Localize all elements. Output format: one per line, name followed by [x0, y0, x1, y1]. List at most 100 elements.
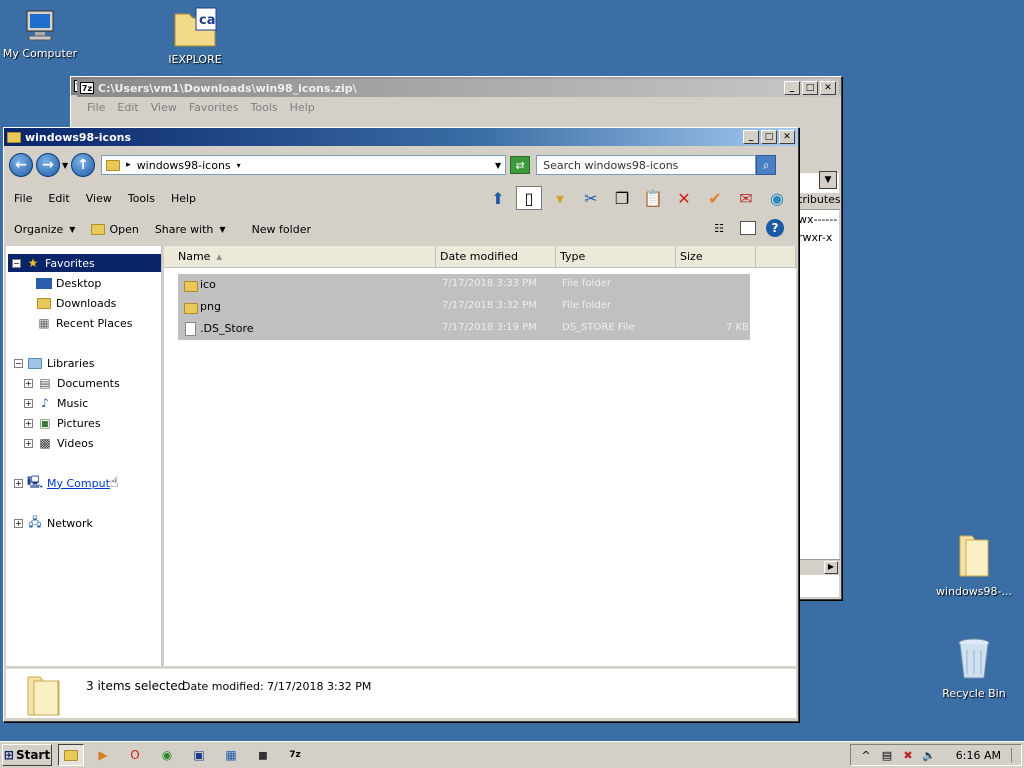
horizontal-scrollbar[interactable]: ▶: [798, 559, 840, 575]
folders-pane-icon[interactable]: ▯: [516, 186, 542, 210]
new-folder-button[interactable]: New folder: [244, 223, 319, 236]
taskbar-explorer-button[interactable]: [58, 744, 84, 766]
tree-desktop[interactable]: Desktop: [36, 274, 101, 292]
expand-icon[interactable]: +: [14, 518, 23, 528]
file-row[interactable]: ico 7/17/2018 3:33 PM File folder: [178, 274, 750, 296]
history-dropdown-icon[interactable]: ▼: [62, 161, 68, 170]
volume-icon[interactable]: 🔈: [920, 747, 938, 763]
forward-button[interactable]: →: [36, 153, 60, 177]
menu-help[interactable]: Help: [163, 192, 204, 205]
globe-icon[interactable]: ◉: [764, 186, 790, 210]
menu-help[interactable]: Help: [284, 101, 321, 114]
sevenzip-inner-titlebar[interactable]: 7z C:\Users\vm1\Downloads\win98_icons.zi…: [77, 79, 839, 97]
tree-pictures[interactable]: + ▣ Pictures: [24, 414, 101, 432]
menu-tools[interactable]: Tools: [120, 192, 163, 205]
maximize-button[interactable]: □: [802, 81, 818, 95]
tree-videos[interactable]: + ▩ Videos: [24, 434, 94, 452]
column-attributes-header[interactable]: tributes: [798, 193, 841, 210]
tree-network[interactable]: + 🖧 Network: [14, 514, 93, 532]
tree-documents[interactable]: + ▤ Documents: [24, 374, 120, 392]
maximize-button[interactable]: □: [761, 130, 777, 144]
expand-icon[interactable]: +: [14, 478, 23, 488]
taskbar-media-player-icon[interactable]: ▶: [90, 744, 116, 766]
tray-warning-icon[interactable]: ✖: [899, 747, 917, 763]
collapse-icon[interactable]: −: [14, 358, 23, 368]
menu-edit[interactable]: Edit: [40, 192, 77, 205]
refresh-icon[interactable]: ⇄: [510, 156, 531, 174]
menu-edit[interactable]: Edit: [111, 101, 144, 114]
expand-icon[interactable]: +: [24, 418, 33, 428]
desktop-icon-my-computer[interactable]: My Computer: [0, 8, 80, 60]
column-type[interactable]: Type: [556, 246, 676, 268]
expand-icon[interactable]: +: [24, 438, 33, 448]
menu-view[interactable]: View: [145, 101, 183, 114]
copy-icon[interactable]: ❐: [609, 186, 635, 210]
column-name[interactable]: Name ▲: [164, 246, 436, 268]
tree-libraries[interactable]: − Libraries: [14, 354, 95, 372]
delete-icon[interactable]: ✕: [671, 186, 697, 210]
start-button[interactable]: ⊞ Start: [2, 744, 52, 766]
expand-icon[interactable]: +: [24, 378, 33, 388]
taskbar-app-icon[interactable]: ◼: [250, 744, 276, 766]
taskbar-chrome-icon[interactable]: ◉: [154, 744, 180, 766]
file-row[interactable]: png 7/17/2018 3:32 PM File folder: [178, 296, 750, 318]
tray-network-icon[interactable]: ▤: [878, 747, 896, 763]
menu-favorites[interactable]: Favorites: [183, 101, 245, 114]
address-dropdown-icon[interactable]: ▼: [495, 161, 501, 170]
search-input[interactable]: Search windows98-icons: [536, 155, 757, 175]
folder-options-icon[interactable]: ▾: [547, 186, 573, 210]
organize-button[interactable]: Organize ▼: [6, 223, 83, 236]
back-button[interactable]: ←: [9, 153, 33, 177]
breadcrumb-chevron-icon[interactable]: ▸: [126, 160, 131, 170]
view-options-icon[interactable]: ☷: [714, 222, 724, 235]
minimize-button[interactable]: _: [743, 130, 759, 144]
tree-my-computer[interactable]: + 🖳 My Comput ☝: [14, 474, 118, 492]
column-size[interactable]: Size: [676, 246, 756, 268]
mail-icon[interactable]: ✉: [733, 186, 759, 210]
share-with-button[interactable]: Share with ▼: [147, 223, 234, 236]
tray-expand-icon[interactable]: ^: [857, 747, 875, 763]
address-bar[interactable]: ▸ windows98-icons ▾ ▼: [101, 155, 507, 175]
tree-downloads[interactable]: Downloads: [36, 294, 116, 312]
open-button[interactable]: Open: [83, 223, 146, 236]
menu-file[interactable]: File: [6, 192, 40, 205]
menu-file[interactable]: File: [81, 101, 111, 114]
desktop-icon-recycle-bin[interactable]: Recycle Bin: [934, 636, 1014, 700]
desktop-icon-iexplore[interactable]: ca IEXPLORE: [155, 6, 235, 66]
taskbar-7zip-icon[interactable]: 7z: [282, 744, 308, 766]
scroll-right-icon[interactable]: ▶: [824, 561, 838, 574]
taskbar-display-icon[interactable]: ▦: [218, 744, 244, 766]
taskbar-opera-icon[interactable]: O: [122, 744, 148, 766]
desktop-icon-windows98[interactable]: windows98-...: [934, 530, 1014, 598]
clock[interactable]: 6:16 AM: [956, 749, 1001, 762]
search-icon[interactable]: ⌕: [756, 155, 777, 175]
file-row[interactable]: .DS_Store 7/17/2018 3:19 PM DS_STORE Fil…: [178, 318, 750, 340]
up-folder-icon[interactable]: ⬆: [485, 186, 511, 210]
close-button[interactable]: ✕: [820, 81, 836, 95]
taskbar-computer-icon[interactable]: ▣: [186, 744, 212, 766]
tree-music[interactable]: + ♪ Music: [24, 394, 88, 412]
cut-icon[interactable]: ✂: [578, 186, 604, 210]
breadcrumb-chevron-icon[interactable]: ▾: [237, 161, 241, 170]
tree-recent-places[interactable]: ▦ Recent Places: [36, 314, 132, 332]
column-date-modified[interactable]: Date modified: [436, 246, 556, 268]
collapse-icon[interactable]: −: [12, 258, 21, 268]
tree-favorites[interactable]: − ★ Favorites: [8, 254, 161, 272]
menu-tools[interactable]: Tools: [245, 101, 284, 114]
minimize-button[interactable]: _: [784, 81, 800, 95]
libraries-icon: [27, 356, 43, 370]
menu-view[interactable]: View: [78, 192, 120, 205]
expand-icon[interactable]: +: [24, 398, 33, 408]
up-button[interactable]: ↑: [71, 153, 96, 177]
breadcrumb[interactable]: windows98-icons: [137, 159, 231, 172]
explorer-titlebar[interactable]: windows98-icons _ □ ✕: [4, 128, 798, 146]
show-desktop-button[interactable]: [1011, 748, 1021, 762]
paste-icon[interactable]: 📋: [640, 186, 666, 210]
help-icon[interactable]: ?: [766, 219, 784, 237]
check-icon[interactable]: ✔: [702, 186, 728, 210]
preview-pane-icon[interactable]: [740, 221, 756, 235]
computer-icon: [26, 10, 54, 41]
explorer-window[interactable]: windows98-icons _ □ ✕ ← → ▼ ↑ ▸ windows9…: [3, 127, 799, 722]
dropdown-arrow-icon[interactable]: ▼: [819, 171, 837, 189]
close-button[interactable]: ✕: [779, 130, 795, 144]
